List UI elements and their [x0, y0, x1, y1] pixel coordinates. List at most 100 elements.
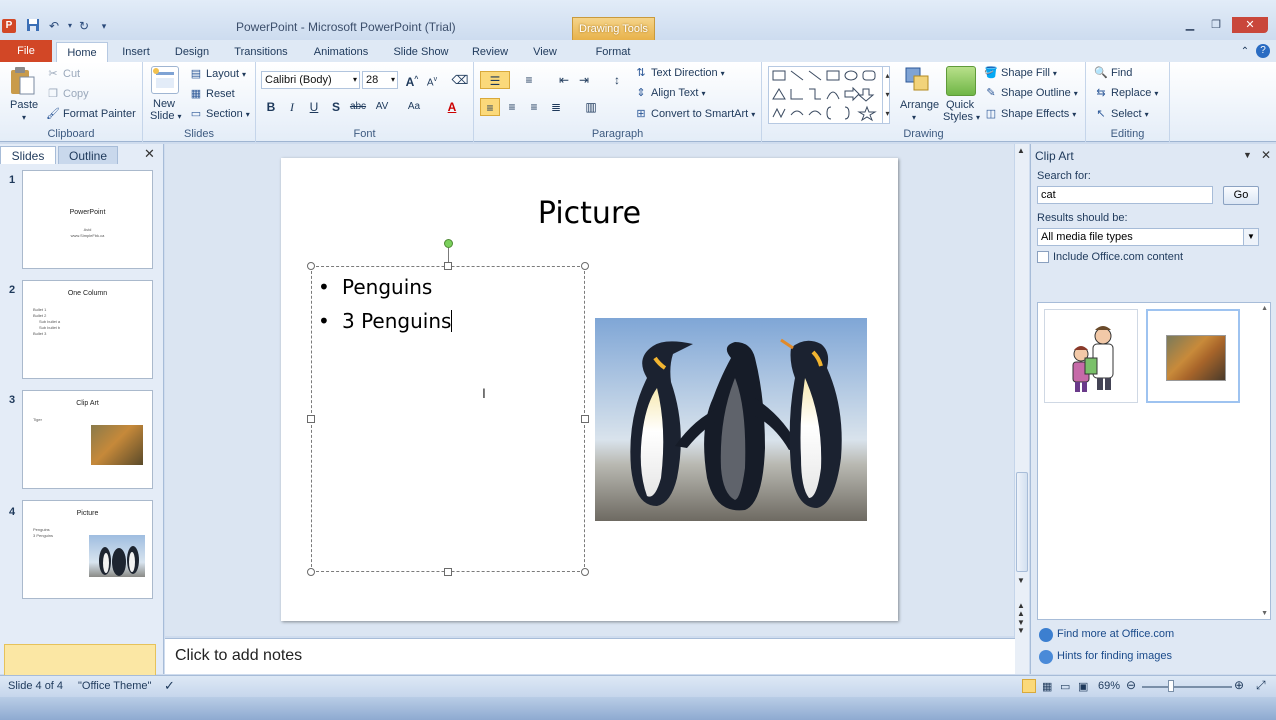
decrease-indent-icon[interactable]: ⇤	[554, 71, 574, 89]
arrange-button[interactable]: Arrange	[900, 99, 939, 111]
clear-formatting-icon[interactable]: ⌫	[450, 71, 470, 89]
find-more-link[interactable]: Find more at Office.com	[1057, 628, 1174, 640]
new-slide-label-1[interactable]: New	[153, 98, 175, 110]
tab-review[interactable]: Review	[466, 42, 514, 62]
slide-thumbnail-1[interactable]: PowerPoint Avid www.SimpleFbk.ca	[22, 170, 153, 269]
tab-format[interactable]: Format	[584, 42, 642, 62]
tab-transitions[interactable]: Transitions	[228, 42, 294, 62]
resize-handle-nw[interactable]	[307, 262, 315, 270]
penguins-picture[interactable]	[595, 318, 867, 521]
zoom-level[interactable]: 69%	[1098, 680, 1120, 692]
close-pane-icon[interactable]: ✕	[1261, 148, 1271, 162]
slide-thumbnail-2[interactable]: One Column Bullet 1 Bullet 2 Sub bullet …	[22, 280, 153, 379]
theme-name[interactable]: "Office Theme"	[78, 680, 151, 692]
ribbon-minimize-icon[interactable]: ⌃	[1238, 42, 1252, 62]
bullet-item-2[interactable]: • 3 Penguins	[318, 309, 453, 333]
paste-icon[interactable]	[8, 66, 36, 96]
quick-styles-icon[interactable]	[946, 66, 976, 96]
close-panel-icon[interactable]: ✕	[144, 146, 155, 162]
pane-options-icon[interactable]: ▼	[1243, 150, 1252, 160]
go-button[interactable]: Go	[1223, 186, 1259, 205]
minimize-button[interactable]: ▁	[1178, 17, 1202, 33]
find-button[interactable]: 🔍 Find	[1094, 66, 1132, 80]
undo-icon[interactable]: ↶	[46, 18, 62, 34]
tab-view[interactable]: View	[526, 42, 564, 62]
zoom-slider-thumb[interactable]	[1168, 680, 1174, 692]
slide-sorter-icon[interactable]: ▦	[1042, 680, 1052, 693]
tab-slide-show[interactable]: Slide Show	[388, 42, 454, 62]
shrink-font-icon[interactable]: Av	[422, 71, 442, 89]
resize-handle-w[interactable]	[307, 415, 315, 423]
close-button[interactable]: ✕	[1232, 17, 1268, 33]
numbering-icon[interactable]: ≡	[516, 71, 542, 89]
format-painter-button[interactable]: 🖌 Format Painter	[46, 107, 136, 121]
previous-slide-icon[interactable]: ▲ ▲	[1017, 602, 1025, 618]
line-spacing-icon[interactable]: ↕	[604, 71, 630, 89]
resize-handle-n[interactable]	[444, 262, 452, 270]
clip-art-result-tiger[interactable]	[1146, 309, 1240, 403]
spell-check-icon[interactable]: ✓	[164, 678, 175, 694]
next-slide-icon[interactable]: ▼ ▼	[1017, 619, 1025, 635]
tab-insert[interactable]: Insert	[114, 42, 158, 62]
strikethrough-icon[interactable]: abc	[348, 98, 368, 116]
paste-button[interactable]: Paste	[10, 99, 38, 111]
resize-handle-se[interactable]	[581, 568, 589, 576]
normal-view-icon[interactable]	[1022, 679, 1036, 693]
font-color-icon[interactable]: A	[442, 98, 462, 116]
tab-slides[interactable]: Slides	[0, 146, 56, 164]
scroll-up-icon[interactable]: ▲	[1017, 146, 1025, 155]
tab-outline[interactable]: Outline	[58, 146, 118, 164]
new-slide-button[interactable]: Slide ▾	[150, 110, 181, 122]
results-scroll-down-icon[interactable]: ▼	[1261, 610, 1268, 617]
zoom-out-icon[interactable]: ⊖	[1126, 678, 1136, 692]
text-shadow-icon[interactable]: S	[326, 98, 346, 116]
tab-file[interactable]: File	[0, 40, 52, 62]
shape-effects-button[interactable]: ◫ Shape Effects ▾	[984, 107, 1077, 121]
slide-title[interactable]: Picture	[281, 196, 898, 231]
clip-art-search-input[interactable]: cat	[1037, 186, 1213, 204]
quick-styles-button[interactable]: Styles ▾	[943, 111, 980, 123]
help-icon[interactable]: ?	[1256, 44, 1270, 58]
reading-view-icon[interactable]: ▭	[1060, 680, 1070, 693]
notes-placeholder[interactable]: Click to add notes	[175, 647, 302, 665]
results-scroll-up-icon[interactable]: ▲	[1261, 305, 1268, 312]
notes-pane[interactable]: Click to add notes	[165, 638, 1015, 674]
arrange-icon[interactable]	[904, 66, 932, 94]
rotation-handle[interactable]	[444, 239, 453, 248]
restore-button[interactable]: ❐	[1204, 17, 1228, 33]
bullet-item-1[interactable]: • Penguins	[318, 275, 432, 299]
underline-icon[interactable]: U	[304, 98, 324, 116]
align-left-icon[interactable]: ≡	[480, 98, 500, 116]
arrange-dropdown-icon[interactable]: ▾	[912, 113, 916, 122]
increase-indent-icon[interactable]: ⇥	[574, 71, 594, 89]
zoom-in-icon[interactable]: ⊕	[1234, 678, 1244, 692]
bold-icon[interactable]: B	[261, 98, 281, 116]
customize-qat-icon[interactable]: ▾	[96, 18, 112, 34]
grow-font-icon[interactable]: A^	[402, 71, 422, 89]
cut-button[interactable]: ✂ Cut	[46, 67, 80, 81]
include-office-checkbox[interactable]	[1037, 251, 1049, 263]
powerpoint-app-icon[interactable]: P	[2, 19, 16, 33]
justify-icon[interactable]: ≣	[546, 98, 566, 116]
tab-home[interactable]: Home	[56, 42, 108, 62]
scroll-down-icon[interactable]: ▼	[1017, 576, 1025, 585]
convert-smartart-button[interactable]: ⊞ Convert to SmartArt ▾	[634, 107, 755, 121]
redo-icon[interactable]: ↻	[76, 18, 92, 34]
slide-thumbnail-4[interactable]: Picture Penguins 3 Penguins	[22, 500, 153, 599]
select-button[interactable]: ↖ Select ▾	[1094, 107, 1148, 121]
font-name-combo[interactable]: Calibri (Body) ▾	[261, 71, 360, 89]
replace-button[interactable]: ⇆ Replace ▾	[1094, 86, 1158, 100]
shapes-scroll[interactable]: ▴ ▾ ▾	[882, 66, 892, 124]
text-direction-button[interactable]: ⇅ Text Direction ▾	[634, 66, 724, 80]
align-right-icon[interactable]: ≡	[524, 98, 544, 116]
resize-handle-s[interactable]	[444, 568, 452, 576]
align-text-button[interactable]: ⇕ Align Text ▾	[634, 86, 705, 100]
tab-animations[interactable]: Animations	[306, 42, 376, 62]
character-spacing-icon[interactable]: AV	[372, 98, 392, 116]
section-button[interactable]: ▭ Section ▾	[189, 107, 250, 121]
content-placeholder[interactable]: • Penguins • 3 Penguins I	[307, 262, 589, 576]
shapes-gallery[interactable]	[768, 66, 890, 124]
resize-handle-e[interactable]	[581, 415, 589, 423]
zoom-slider-track[interactable]	[1142, 686, 1232, 688]
resize-handle-ne[interactable]	[581, 262, 589, 270]
